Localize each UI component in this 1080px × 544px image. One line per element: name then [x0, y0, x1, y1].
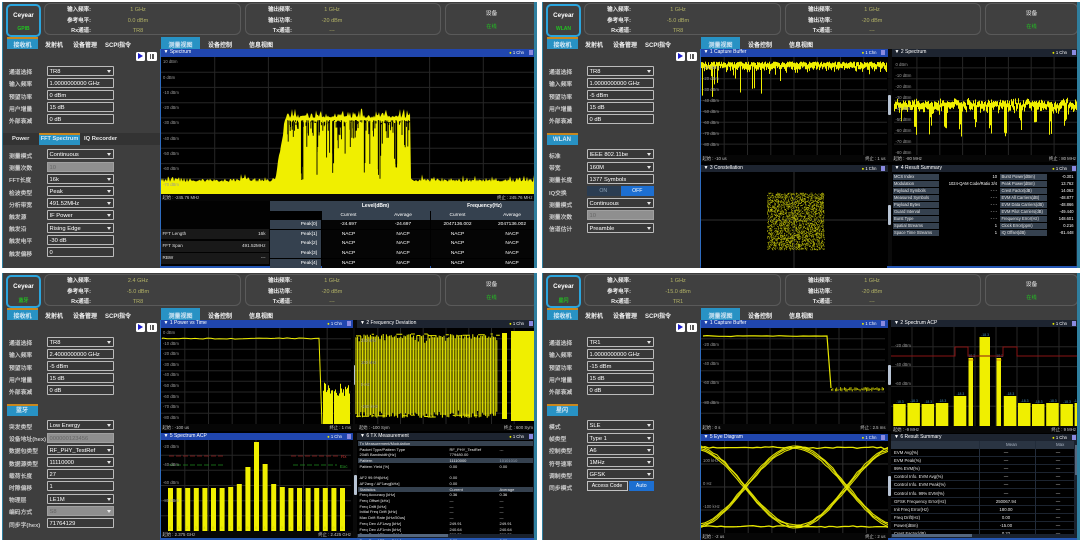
svg-text:5: 5: [298, 526, 300, 530]
svg-text:6: 6: [307, 526, 309, 530]
svg-text:-18.3: -18.3: [896, 399, 904, 403]
svg-text:3: 3: [281, 526, 283, 530]
svg-text:1: 1: [178, 526, 180, 530]
svg-text:6: 6: [221, 526, 223, 530]
svg-text:-18.3: -18.3: [1074, 398, 1080, 402]
svg-text:4: 4: [203, 526, 205, 530]
svg-text:8: 8: [238, 526, 240, 530]
svg-text:-18.3: -18.3: [910, 398, 918, 402]
svg-text:9: 9: [246, 526, 248, 530]
svg-text:-18.3: -18.3: [1063, 399, 1071, 403]
svg-text:1: 1: [264, 526, 266, 530]
svg-text:2: 2: [272, 526, 274, 530]
svg-text:7: 7: [229, 526, 231, 530]
svg-text:Exc: Exc: [340, 464, 348, 469]
svg-text:0: 0: [341, 526, 343, 530]
svg-text:-18.3: -18.3: [1049, 398, 1057, 402]
svg-text:8: 8: [324, 526, 326, 530]
svg-text:-18.3: -18.3: [1021, 398, 1029, 402]
svg-text:Rx: Rx: [341, 454, 347, 459]
svg-text:-18.3: -18.3: [981, 332, 989, 336]
svg-text:3: 3: [195, 526, 197, 530]
svg-text:7: 7: [315, 526, 317, 530]
svg-text:5: 5: [212, 526, 214, 530]
svg-text:-18.3: -18.3: [924, 399, 932, 403]
svg-text:0: 0: [255, 526, 257, 530]
svg-text:0: 0: [169, 526, 171, 530]
svg-text:4: 4: [289, 526, 291, 530]
svg-text:-18.3: -18.3: [957, 391, 965, 395]
svg-text:-18.3: -18.3: [939, 398, 947, 402]
svg-text:2: 2: [186, 526, 188, 530]
svg-text:9: 9: [332, 526, 334, 530]
svg-text:-18.3: -18.3: [1007, 391, 1015, 395]
svg-text:-18.3: -18.3: [1035, 399, 1043, 403]
